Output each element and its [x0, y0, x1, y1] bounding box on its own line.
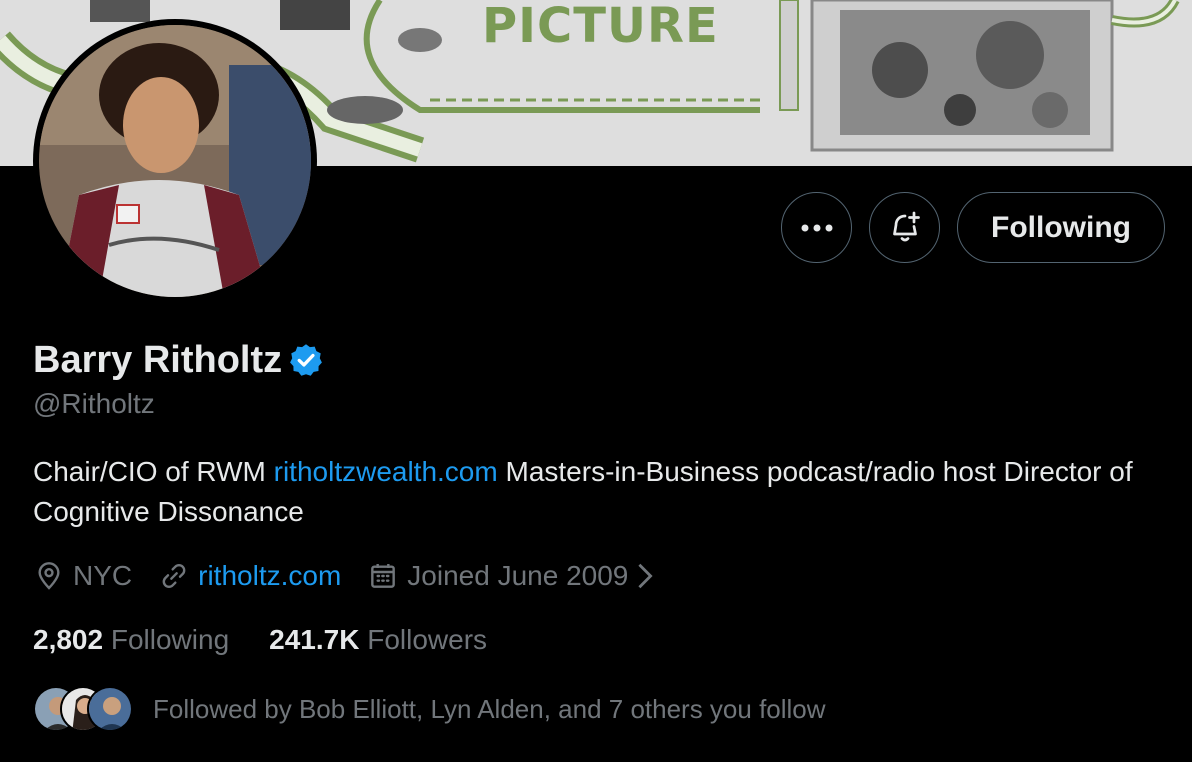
user-handle: @Ritholtz — [33, 388, 155, 419]
profile-meta: NYC ritholtz.com Joined June 2009 — [33, 560, 690, 592]
following-button[interactable]: Following — [957, 192, 1165, 263]
calendar-icon — [371, 564, 396, 588]
profile-bio: Chair/CIO of RWM ritholtzwealth.com Mast… — [33, 452, 1163, 532]
banner-title: PICTURE — [482, 0, 719, 54]
joined-text: Joined June 2009 — [407, 560, 629, 591]
followers-you-know-avatars — [33, 686, 133, 732]
location-item: NYC — [33, 560, 132, 592]
bell-plus-icon — [892, 211, 920, 241]
following-label: Following — [110, 624, 230, 655]
website-link[interactable]: ritholtz.com — [198, 560, 341, 592]
profile-avatar[interactable] — [33, 19, 317, 303]
display-name: Barry Ritholtz — [33, 339, 283, 381]
joined-item[interactable]: Joined June 2009 — [367, 560, 664, 592]
more-button[interactable] — [781, 192, 852, 263]
name-row: Barry Ritholtz — [33, 336, 324, 384]
followers-count[interactable]: 241.7K Followers — [269, 624, 487, 656]
bio-link[interactable]: ritholtzwealth.com — [274, 456, 498, 487]
website-item[interactable]: ritholtz.com — [158, 560, 341, 592]
followed-by-text: Followed by Bob Elliott, Lyn Alden, and … — [153, 693, 826, 724]
followed-by[interactable]: Followed by Bob Elliott, Lyn Alden, and … — [33, 686, 826, 732]
following-count[interactable]: 2,802 Following — [33, 624, 229, 656]
chevron-right-icon — [638, 563, 653, 589]
link-icon — [162, 563, 186, 589]
followers-label: Followers — [367, 624, 488, 655]
bio-text-1: Chair/CIO of RWM — [33, 456, 274, 487]
followers-number: 241.7K — [269, 624, 360, 655]
following-number: 2,802 — [33, 624, 104, 655]
location-icon — [38, 562, 60, 590]
verified-badge-icon[interactable] — [288, 342, 324, 378]
location-text: NYC — [73, 560, 133, 591]
avatar-photo — [39, 25, 311, 297]
avatar — [87, 686, 133, 732]
more-icon — [801, 224, 832, 231]
follow-counts: 2,802 Following 241.7K Followers — [33, 624, 527, 656]
notifications-button[interactable] — [869, 192, 940, 263]
